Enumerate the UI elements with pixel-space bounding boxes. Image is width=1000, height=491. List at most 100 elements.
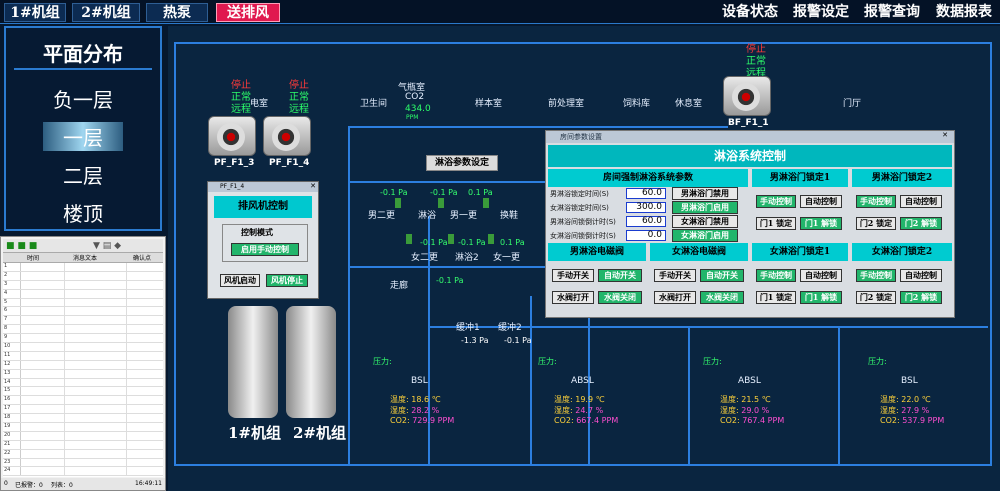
female-door-disable-button[interactable]: 女淋浴门禁用 (672, 215, 738, 228)
fan1-icon[interactable] (723, 76, 771, 116)
data-report-button[interactable]: 数据报表 (929, 3, 999, 22)
tab-ventilation[interactable]: 送排风 (216, 3, 280, 22)
pressure-bath: -0.1 Pa (430, 188, 458, 197)
table-row[interactable]: 22 (3, 449, 163, 459)
table-row[interactable]: 17 (3, 405, 163, 415)
filter-icon[interactable]: ▼ ▤ ◆ (93, 241, 121, 251)
ahu-unit1-icon[interactable] (228, 306, 278, 418)
lock1-auto-button[interactable]: 自动控制 (800, 195, 842, 208)
cell (65, 467, 127, 476)
table-row[interactable]: 8 (3, 325, 163, 335)
alarm-settings-button[interactable]: 报警设定 (787, 3, 855, 22)
param-female-countdown-input[interactable]: 0.0 (626, 230, 666, 241)
table-row[interactable]: 4 (3, 289, 163, 299)
cell (65, 369, 127, 378)
param-female-lock-input[interactable]: 300.0 (626, 202, 666, 213)
table-row[interactable]: 12 (3, 360, 163, 370)
temp-value: 19.9 (575, 395, 594, 404)
row-number: 18 (3, 414, 21, 423)
tab-unit1[interactable]: 1#机组 (4, 3, 66, 22)
female-manual-switch-button[interactable]: 手动开关 (654, 269, 696, 282)
tab-unit2[interactable]: 2#机组 (72, 3, 140, 22)
manual-mode-button[interactable]: 启用手动控制 (231, 243, 299, 256)
param-male-lock-input[interactable]: 60.0 (626, 188, 666, 199)
lock1-manual-button[interactable]: 手动控制 (756, 195, 796, 208)
lock4-auto-button[interactable]: 自动控制 (900, 269, 942, 282)
table-row[interactable]: 10 (3, 343, 163, 352)
fan-control-dialog: PF_F1_4 ✕ 排风机控制 控制模式 启用手动控制 风机启动 风机停止 (207, 181, 319, 299)
table-row[interactable]: 16 (3, 396, 163, 406)
ack-icon[interactable]: ■ ■ ■ (6, 241, 37, 251)
table-row[interactable]: 3 (3, 280, 163, 290)
lock3-unlock-button[interactable]: 门1 解锁 (800, 291, 842, 304)
fan3-icon[interactable] (208, 116, 256, 156)
female-valve-open-button[interactable]: 水阀打开 (654, 291, 696, 304)
room-wc: 卫生间 (360, 99, 388, 109)
table-row[interactable]: 1 (3, 263, 163, 272)
nav-floor1[interactable]: 一层 (6, 122, 160, 151)
control-mode-group: 控制模式 启用手动控制 (222, 224, 308, 262)
param-male-countdown-input[interactable]: 60.0 (626, 216, 666, 227)
room-buffer2: 缓冲2 (498, 323, 522, 333)
close-icon[interactable]: ✕ (942, 131, 948, 139)
row-number: 10 (3, 343, 21, 351)
table-row[interactable]: 5 (3, 298, 163, 308)
lock2-unlock-button[interactable]: 门2 解锁 (900, 217, 942, 230)
table-row[interactable]: 13 (3, 369, 163, 379)
table-row[interactable]: 11 (3, 351, 163, 361)
lock3-manual-button[interactable]: 手动控制 (756, 269, 796, 282)
lock2-manual-button[interactable]: 手动控制 (856, 195, 896, 208)
table-row[interactable]: 20 (3, 431, 163, 441)
wall (990, 42, 992, 466)
ahu-unit2-icon[interactable] (286, 306, 336, 418)
table-row[interactable]: 9 (3, 334, 163, 344)
temp-unit: ℃ (761, 395, 771, 404)
male-door-enable-button[interactable]: 男淋浴门启用 (672, 201, 738, 214)
table-row[interactable]: 24 (3, 467, 163, 477)
table-row[interactable]: 19 (3, 423, 163, 432)
cell (65, 449, 127, 458)
lock3-auto-button[interactable]: 自动控制 (800, 269, 842, 282)
table-row[interactable]: 18 (3, 414, 163, 424)
close-icon[interactable]: ✕ (310, 182, 316, 190)
table-row[interactable]: 21 (3, 440, 163, 450)
lock1-unlock-button[interactable]: 门1 解锁 (800, 217, 842, 230)
male-manual-switch-button[interactable]: 手动开关 (552, 269, 594, 282)
nav-floor2[interactable]: 二层 (6, 160, 160, 189)
nav-basement[interactable]: 负一层 (6, 84, 160, 113)
table-row[interactable]: 7 (3, 316, 163, 326)
male-valve-open-button[interactable]: 水阀打开 (552, 291, 594, 304)
lock1-lock-button[interactable]: 门1 锁定 (756, 217, 796, 230)
wall (174, 42, 992, 44)
male-auto-switch-button[interactable]: 自动开关 (598, 269, 642, 282)
table-row[interactable]: 15 (3, 387, 163, 397)
pressure-unit: Pa (398, 188, 408, 197)
lock2-lock-button[interactable]: 门2 锁定 (856, 217, 896, 230)
shower-param-button[interactable]: 淋浴参数设定 (426, 155, 498, 171)
lock4-lock-button[interactable]: 门2 锁定 (856, 291, 896, 304)
table-row[interactable]: 6 (3, 307, 163, 317)
fan-dialog-heading: 排风机控制 (214, 196, 312, 218)
wall (174, 42, 176, 466)
table-row[interactable]: 23 (3, 458, 163, 468)
fan-stop-button[interactable]: 风机停止 (266, 274, 308, 287)
fan4-icon[interactable] (263, 116, 311, 156)
lock3-lock-button[interactable]: 门1 锁定 (756, 291, 796, 304)
cell (65, 423, 127, 431)
table-row[interactable]: 14 (3, 378, 163, 388)
fan-start-button[interactable]: 风机启动 (220, 274, 260, 287)
female-door-enable-button[interactable]: 女淋浴门启用 (672, 229, 738, 242)
lock2-auto-button[interactable]: 自动控制 (900, 195, 942, 208)
female-auto-switch-button[interactable]: 自动开关 (700, 269, 744, 282)
male-door-disable-button[interactable]: 男淋浴门禁用 (672, 187, 738, 200)
alarm-query-button[interactable]: 报警查询 (858, 3, 926, 22)
female-valve-close-button[interactable]: 水阀关闭 (700, 291, 744, 304)
lock4-unlock-button[interactable]: 门2 解锁 (900, 291, 942, 304)
tab-heatpump[interactable]: 热泵 (146, 3, 208, 22)
device-status-button[interactable]: 设备状态 (716, 3, 784, 22)
log-table[interactable]: 1 2 3 4 5 6 7 8 9 10 11 12 13 14 15 16 17 18 19 20 21 22 23 24 (3, 263, 163, 477)
lock4-manual-button[interactable]: 手动控制 (856, 269, 896, 282)
table-row[interactable]: 2 (3, 271, 163, 281)
male-valve-close-button[interactable]: 水阀关闭 (598, 291, 642, 304)
nav-roof[interactable]: 楼顶 (6, 198, 160, 227)
